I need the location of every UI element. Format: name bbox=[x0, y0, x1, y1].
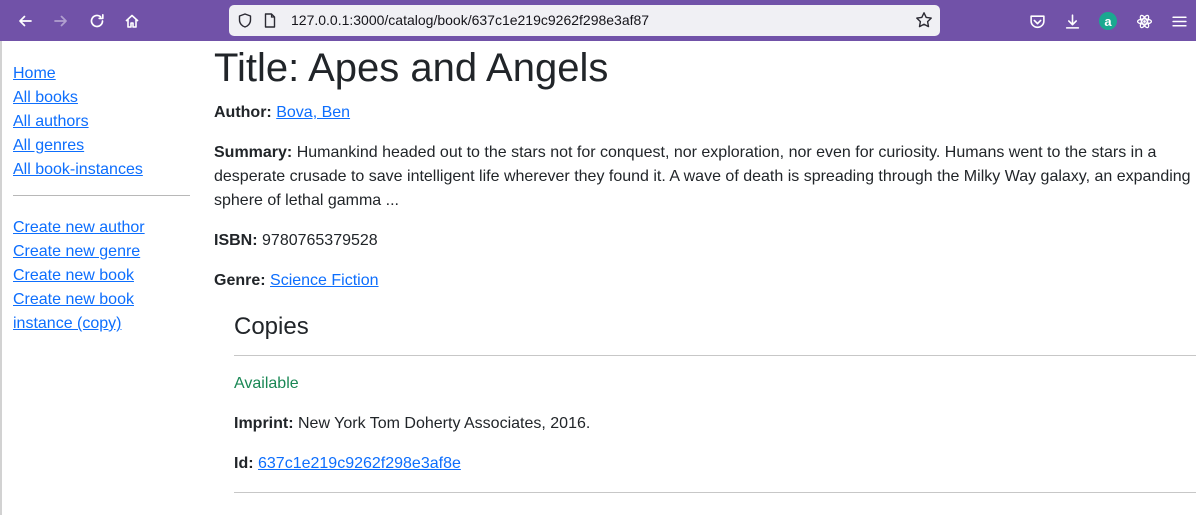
extension-icon[interactable] bbox=[1131, 8, 1157, 34]
author-label: Author: bbox=[214, 104, 272, 121]
copies-section: Copies Available Imprint: New York Tom D… bbox=[234, 313, 1196, 493]
sidebar-link-all-genres[interactable]: All genres bbox=[13, 134, 193, 158]
summary-label: Summary: bbox=[214, 144, 293, 161]
account-icon[interactable]: a bbox=[1095, 8, 1121, 34]
book-detail: Title: Apes and Angels Author: Bova, Ben… bbox=[214, 44, 1196, 509]
star-icon[interactable] bbox=[915, 11, 933, 29]
sidebar-divider bbox=[13, 195, 190, 196]
copies-heading: Copies bbox=[234, 313, 309, 340]
copy-item: Available Imprint: New York Tom Doherty … bbox=[234, 372, 1196, 493]
copy-id-label: Id: bbox=[234, 455, 254, 472]
imprint-label: Imprint: bbox=[234, 415, 294, 432]
copy-divider bbox=[234, 492, 1196, 493]
browser-toolbar: 127.0.0.1:3000/catalog/book/637c1e219c92… bbox=[0, 0, 1196, 41]
genre-link[interactable]: Science Fiction bbox=[270, 272, 379, 289]
imprint-value: New York Tom Doherty Associates, 2016. bbox=[298, 415, 591, 432]
sidebar-link-all-book-instances[interactable]: All book-instances bbox=[13, 158, 193, 182]
isbn-label: ISBN: bbox=[214, 232, 258, 249]
sidebar-link-create-author[interactable]: Create new author bbox=[13, 216, 193, 240]
sidebar-link-home[interactable]: Home bbox=[13, 62, 193, 86]
sidebar-link-all-books[interactable]: All books bbox=[13, 86, 193, 110]
copy-status: Available bbox=[234, 375, 299, 392]
account-avatar: a bbox=[1099, 12, 1117, 30]
sidebar-link-create-book[interactable]: Create new book bbox=[13, 264, 193, 288]
imprint-row: Imprint: New York Tom Doherty Associates… bbox=[234, 412, 1196, 436]
url-bar[interactable]: 127.0.0.1:3000/catalog/book/637c1e219c92… bbox=[229, 5, 940, 36]
copy-id-link[interactable]: 637c1e219c9262f298e3af8e bbox=[258, 455, 461, 472]
menu-icon[interactable] bbox=[1166, 8, 1192, 34]
sidebar-nav: Home All books All authors All genres Al… bbox=[13, 62, 193, 336]
download-icon[interactable] bbox=[1059, 8, 1085, 34]
genre-label: Genre: bbox=[214, 272, 266, 289]
sidebar-link-create-genre[interactable]: Create new genre bbox=[13, 240, 193, 264]
pocket-icon[interactable] bbox=[1024, 8, 1050, 34]
page-title: Title: Apes and Angels bbox=[214, 46, 609, 90]
genre-row: Genre: Science Fiction bbox=[214, 269, 1196, 293]
author-row: Author: Bova, Ben bbox=[214, 101, 1196, 125]
sidebar-link-all-authors[interactable]: All authors bbox=[13, 110, 193, 134]
page-icon[interactable] bbox=[264, 13, 276, 28]
author-link[interactable]: Bova, Ben bbox=[276, 104, 350, 121]
window-edge bbox=[0, 41, 2, 515]
forward-icon[interactable] bbox=[48, 8, 74, 34]
sidebar-link-create-book-instance[interactable]: Create new book instance (copy) bbox=[13, 288, 138, 336]
shield-icon[interactable] bbox=[238, 13, 252, 28]
copies-divider bbox=[234, 355, 1196, 356]
url-text[interactable]: 127.0.0.1:3000/catalog/book/637c1e219c92… bbox=[291, 12, 649, 28]
home-icon[interactable] bbox=[119, 8, 145, 34]
isbn-value: 9780765379528 bbox=[262, 232, 378, 249]
copy-id-row: Id: 637c1e219c9262f298e3af8e bbox=[234, 452, 1196, 476]
isbn-row: ISBN: 9780765379528 bbox=[214, 229, 1196, 253]
summary-text: Humankind headed out to the stars not fo… bbox=[214, 144, 1191, 209]
reload-icon[interactable] bbox=[84, 8, 110, 34]
back-icon[interactable] bbox=[12, 8, 38, 34]
summary-row: Summary: Humankind headed out to the sta… bbox=[214, 141, 1196, 213]
